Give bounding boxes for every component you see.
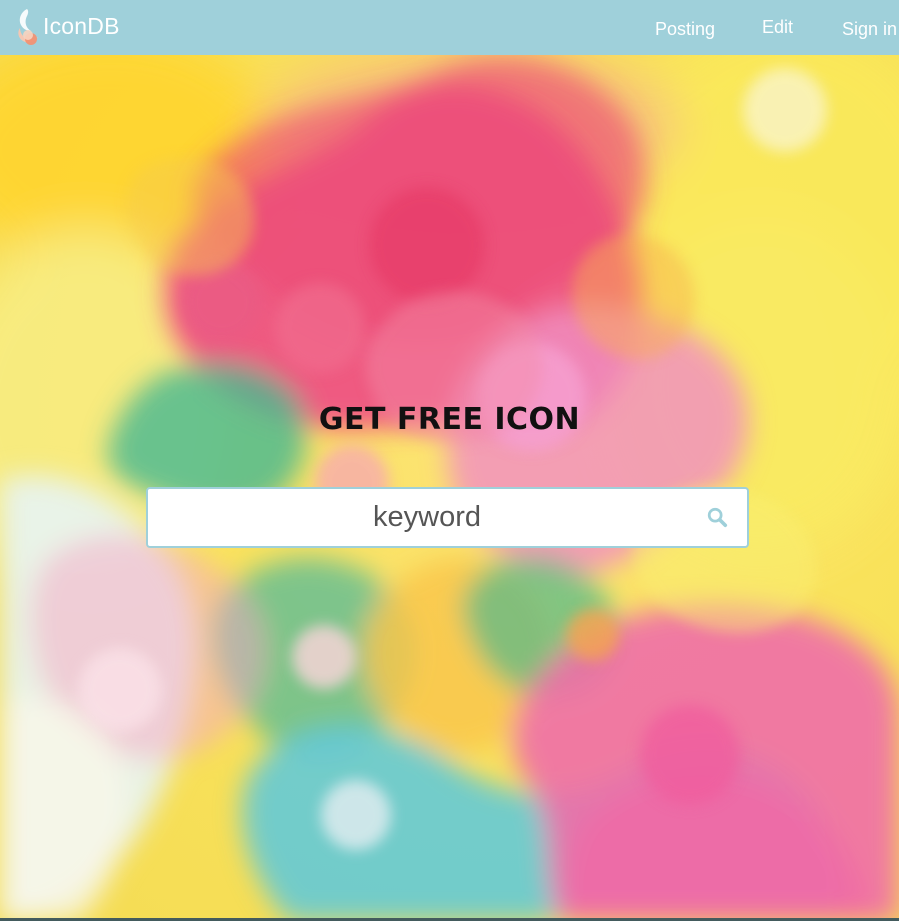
brand-logo-link[interactable]: IconDB (13, 5, 120, 47)
search-form (146, 487, 749, 548)
brand-logo-icon (18, 9, 38, 45)
keyword-search-input[interactable] (148, 489, 688, 546)
page: IconDB Posting Edit Sign in GET FREE ICO… (0, 0, 899, 921)
nav-link-sign-in[interactable]: Sign in (842, 19, 897, 39)
nav-link-edit[interactable]: Edit (762, 17, 793, 37)
search-button[interactable] (701, 501, 733, 533)
top-navigation-bar: IconDB Posting Edit Sign in (0, 0, 899, 55)
hero-title: GET FREE ICON (318, 402, 581, 437)
brand-name: IconDB (43, 12, 120, 39)
search-icon (707, 507, 728, 528)
nav-link-posting[interactable]: Posting (655, 19, 715, 39)
hero-section: GET FREE ICON (0, 55, 899, 921)
